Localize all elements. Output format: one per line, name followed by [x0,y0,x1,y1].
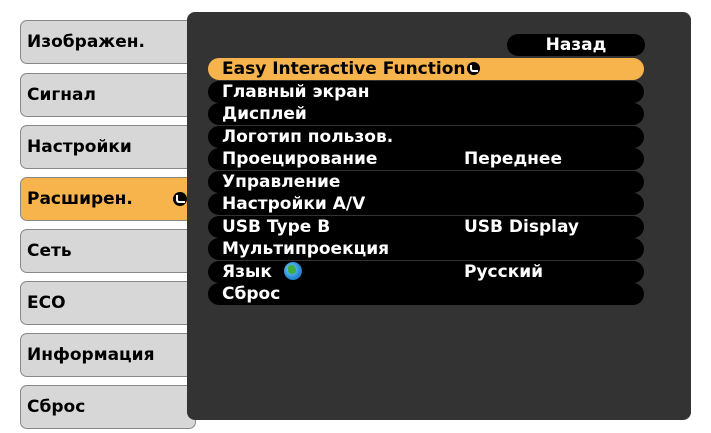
sidebar-item-label: Изображен. [27,32,145,52]
sidebar-item-image[interactable]: Изображен. [20,20,196,64]
menu-item-label: Проецирование [222,149,378,169]
sidebar-item-label: Сигнал [27,85,96,105]
sidebar-item-label: Расширен. [27,189,133,209]
submenu-list: Easy Interactive Function Главный экран … [208,58,644,306]
sidebar-item-signal[interactable]: Сигнал [20,73,196,117]
sidebar-item-information[interactable]: Информация [20,333,196,377]
globe-icon [283,261,302,280]
menu-item-easy-interactive[interactable]: Easy Interactive Function [208,58,644,80]
menu-item-value: Переднее [464,149,562,169]
enter-icon [466,62,480,75]
sidebar-item-label: Сброс [27,397,86,417]
menu-item-value: USB Display [464,216,580,237]
menu-item-user-logo[interactable]: Логотип пользов. [208,125,644,148]
menu-item-reset[interactable]: Сброс [208,283,644,305]
back-button-label: Назад [545,35,607,55]
sidebar-item-extended[interactable]: Расширен. [20,177,196,221]
menu-item-value: Русский [464,261,544,282]
menu-item-av-settings[interactable]: Настройки A/V [208,193,644,215]
sidebar-item-settings[interactable]: Настройки [20,125,196,169]
enter-icon [173,192,187,206]
back-button[interactable]: Назад [507,34,645,56]
sidebar-item-eco[interactable]: ECO [20,281,196,325]
sidebar-item-network[interactable]: Сеть [20,229,196,273]
menu-item-label: USB Type B [222,216,331,237]
menu-item-label: Логотип пользов. [222,126,394,147]
sidebar-item-label: Сеть [27,241,72,261]
menu-item-label: Управление [222,171,341,192]
menu-item-label: Мультипроекция [222,239,390,259]
menu-item-display[interactable]: Дисплей [208,103,644,125]
menu-item-language[interactable]: Язык Русский [208,260,644,283]
sidebar: Изображен. Сигнал Настройки Расширен. Се… [0,0,200,433]
menu-item-multi-projection[interactable]: Мультипроекция [208,238,644,260]
menu-item-projection[interactable]: Проецирование Переднее [208,148,644,170]
sidebar-item-reset[interactable]: Сброс [20,385,196,429]
sidebar-item-label: ECO [27,293,66,313]
menu-item-label: Язык [222,261,272,282]
menu-item-label: Easy Interactive Function [222,59,466,79]
menu-item-operation[interactable]: Управление [208,170,644,193]
menu-item-label: Дисплей [222,104,307,124]
menu-item-label: Главный экран [222,81,370,102]
menu-item-usb-type-b[interactable]: USB Type B USB Display [208,215,644,238]
sidebar-item-label: Информация [27,345,155,365]
menu-item-label: Сброс [222,284,281,304]
menu-item-home-screen[interactable]: Главный экран [208,80,644,103]
sidebar-item-label: Настройки [27,137,132,157]
menu-item-label: Настройки A/V [222,194,366,214]
